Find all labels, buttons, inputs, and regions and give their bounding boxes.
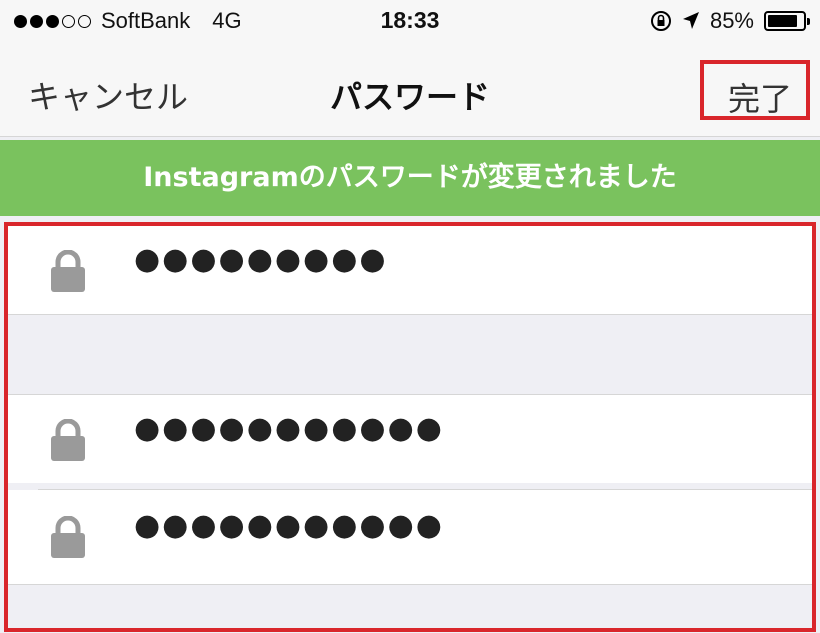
confirm-password-field[interactable]: ●●●●●●●●●●● — [8, 490, 812, 584]
location-arrow-icon — [682, 12, 699, 29]
battery-percent: 85% — [709, 8, 754, 33]
status-bar: SoftBank 4G 18:33 85% — [0, 0, 820, 44]
lock-icon — [51, 250, 85, 292]
divider — [8, 314, 812, 315]
page-title: パスワード — [329, 78, 490, 116]
done-button[interactable]: 完了 — [728, 74, 792, 120]
password-dots: ●●●●●●●●● — [134, 242, 388, 277]
battery-fill — [768, 15, 797, 27]
password-change-screen: SoftBank 4G 18:33 85% キャンセル パスワード 完了 Ins… — [0, 0, 820, 633]
new-password-field[interactable]: ●●●●●●●●●●● — [8, 395, 812, 483]
password-dots: ●●●●●●●●●●● — [134, 411, 444, 446]
password-fields-highlight-box: ●●●●●●●●● ●●●●●●●●●●● ●●●●●●●●●●● — [4, 222, 816, 632]
battery-icon — [764, 11, 810, 31]
password-dots: ●●●●●●●●●●● — [134, 508, 444, 543]
divider — [8, 584, 812, 585]
current-password-field[interactable]: ●●●●●●●●● — [8, 226, 812, 314]
navigation-bar: キャンセル パスワード 完了 — [0, 44, 820, 137]
done-highlight-box: 完了 — [700, 60, 810, 120]
status-right: 85% — [650, 8, 810, 34]
lock-icon — [51, 419, 85, 461]
orientation-lock-icon — [650, 11, 671, 31]
lock-icon — [51, 516, 85, 558]
success-banner: Instagramのパスワードが変更されました — [0, 140, 820, 216]
